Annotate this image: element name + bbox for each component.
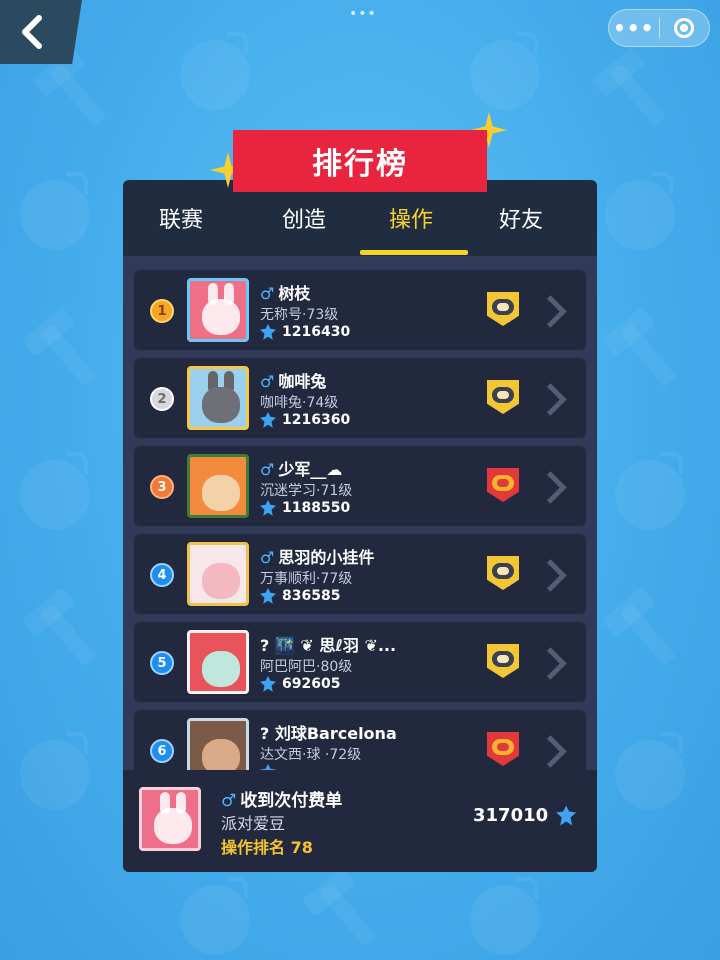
ranking-row[interactable]: 2 ♂ 咖啡兔 咖啡兔·74级 1216360 bbox=[134, 358, 586, 438]
my-rank: 操作排名 78 bbox=[221, 838, 313, 857]
player-name: ♂ 树枝 bbox=[260, 284, 311, 303]
player-name: ? 刘球Barcelona bbox=[260, 724, 397, 743]
target-circle-icon bbox=[674, 18, 695, 38]
player-name: ♂ 思羽的小挂件 bbox=[260, 548, 375, 567]
chevron-right-icon[interactable] bbox=[539, 732, 565, 768]
diamond-icon bbox=[260, 412, 276, 428]
ranking-row[interactable]: 4 ♂ 思羽的小挂件 万事顺利·77级 836585 bbox=[134, 534, 586, 614]
player-score: 1216360 bbox=[260, 412, 350, 428]
diamond-icon bbox=[260, 324, 276, 340]
chevron-right-icon[interactable] bbox=[539, 292, 565, 328]
close-miniprogram-button[interactable] bbox=[659, 10, 709, 46]
male-icon: ♂ bbox=[260, 548, 275, 567]
tab-operation[interactable]: 操作 bbox=[361, 202, 461, 234]
my-score: 317010 bbox=[473, 805, 577, 826]
rank-medal-gold: 1 bbox=[150, 299, 174, 323]
page-title: 排行榜 bbox=[233, 130, 487, 192]
player-title-level: 万事顺利·77级 bbox=[260, 571, 353, 587]
tab-friends[interactable]: 好友 bbox=[471, 202, 571, 234]
my-ranking-bar[interactable]: ♂ 收到次付费单 派对爱豆 操作排名 78 317010 bbox=[123, 770, 597, 872]
leaderboard-panel: 联赛 创造 操作 好友 1 ♂ 树枝 无称号·73级 1216430 2 ♂ 咖啡兔… bbox=[123, 180, 597, 872]
avatar[interactable] bbox=[187, 366, 249, 430]
ranking-list[interactable]: 1 ♂ 树枝 无称号·73级 1216430 2 ♂ 咖啡兔 咖啡兔·74级 121… bbox=[123, 256, 597, 770]
chevron-right-icon[interactable] bbox=[539, 556, 565, 592]
sheep-badge-icon bbox=[487, 644, 519, 678]
more-menu-button[interactable]: ••• bbox=[609, 10, 659, 46]
player-score: 1216430 bbox=[260, 324, 350, 340]
player-name: ? 🌃 ❦ 思ℓ羽 ❦... bbox=[260, 636, 397, 655]
tab-league[interactable]: 联赛 bbox=[131, 202, 231, 234]
ranking-row[interactable]: 1 ♂ 树枝 无称号·73级 1216430 bbox=[134, 270, 586, 350]
player-score: 692605 bbox=[260, 676, 340, 692]
tab-create[interactable]: 创造 bbox=[254, 202, 354, 234]
player-title-level: 阿巴阿巴·80级 bbox=[260, 659, 353, 675]
sheep-badge-icon bbox=[487, 556, 519, 590]
sheep-badge-icon bbox=[487, 292, 519, 326]
drag-indicator: ••• bbox=[349, 6, 377, 22]
male-icon: ♂ bbox=[260, 284, 275, 303]
player-name: ♂ 少军__☁ bbox=[260, 460, 343, 479]
avatar[interactable] bbox=[187, 454, 249, 518]
rank-number-badge: 5 bbox=[150, 651, 174, 675]
diamond-icon bbox=[556, 805, 577, 826]
ranking-row[interactable]: 5 ? 🌃 ❦ 思ℓ羽 ❦... 阿巴阿巴·80级 692605 bbox=[134, 622, 586, 702]
rank-number-badge: 4 bbox=[150, 563, 174, 587]
diamond-icon bbox=[260, 500, 276, 516]
avatar[interactable] bbox=[187, 542, 249, 606]
active-tab-indicator bbox=[360, 250, 468, 255]
back-button[interactable] bbox=[0, 0, 82, 64]
player-title-level: 沉迷学习·71级 bbox=[260, 483, 353, 499]
avatar[interactable] bbox=[187, 278, 249, 342]
ranking-row[interactable]: 6 ? 刘球Barcelona 达文西·球 ·72级 bbox=[134, 710, 586, 770]
player-title-level: 无称号·73级 bbox=[260, 307, 339, 323]
chevron-right-icon[interactable] bbox=[539, 468, 565, 504]
rank-medal-silver: 2 bbox=[150, 387, 174, 411]
my-avatar[interactable] bbox=[139, 787, 201, 851]
hammer-badge-icon bbox=[487, 732, 519, 766]
ranking-row[interactable]: 3 ♂ 少军__☁ 沉迷学习·71级 1188550 bbox=[134, 446, 586, 526]
rank-number-badge: 6 bbox=[150, 739, 174, 763]
male-icon: ♂ bbox=[260, 372, 275, 391]
my-title: 派对爱豆 bbox=[221, 814, 286, 833]
back-arrow-icon bbox=[22, 15, 42, 49]
player-name: ♂ 咖啡兔 bbox=[260, 372, 327, 391]
chevron-right-icon[interactable] bbox=[539, 380, 565, 416]
diamond-icon bbox=[260, 676, 276, 692]
gamepad-badge-icon bbox=[487, 468, 519, 502]
player-title-level: 咖啡兔·74级 bbox=[260, 395, 339, 411]
male-icon: ♂ bbox=[221, 791, 237, 811]
avatar[interactable] bbox=[187, 630, 249, 694]
miniprogram-capsule: ••• bbox=[608, 9, 710, 47]
rank-medal-bronze: 3 bbox=[150, 475, 174, 499]
diamond-icon bbox=[260, 588, 276, 604]
player-title-level: 达文西·球 ·72级 bbox=[260, 747, 362, 763]
sheep-badge-icon bbox=[487, 380, 519, 414]
my-name: ♂ 收到次付费单 bbox=[221, 791, 343, 811]
player-score: 1188550 bbox=[260, 500, 350, 516]
player-score: 836585 bbox=[260, 588, 340, 604]
chevron-right-icon[interactable] bbox=[539, 644, 565, 680]
avatar[interactable] bbox=[187, 718, 249, 770]
male-icon: ♂ bbox=[260, 460, 275, 479]
